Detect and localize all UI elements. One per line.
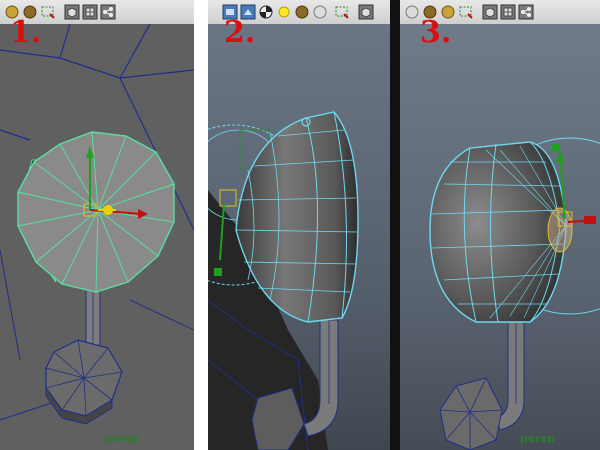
step-number-label: 1. (10, 15, 42, 50)
step-number-label: 3. (420, 15, 452, 50)
lasso-select-icon[interactable] (40, 4, 56, 20)
sphere-icon[interactable] (404, 4, 420, 20)
perspective-viewport[interactable] (208, 24, 390, 450)
lasso-select-icon[interactable] (458, 4, 474, 20)
cube-icon[interactable] (64, 4, 80, 20)
lasso-select-icon[interactable] (334, 4, 350, 20)
grid-icon[interactable] (500, 4, 516, 20)
panel-divider (194, 0, 208, 450)
step-number-label: 2. (224, 15, 256, 50)
viewport-panel-2[interactable]: 2. (208, 0, 390, 450)
panel-divider (390, 0, 400, 450)
sphere-icon[interactable] (312, 4, 328, 20)
camera-name-label: persp (104, 432, 140, 445)
share-icon[interactable] (518, 4, 534, 20)
grid-icon[interactable] (82, 4, 98, 20)
cube-icon[interactable] (358, 4, 374, 20)
sphere-icon[interactable] (294, 4, 310, 20)
checker-icon[interactable] (258, 4, 274, 20)
perspective-viewport[interactable] (0, 24, 194, 450)
viewport-panel-3[interactable]: 3. persp (400, 0, 600, 450)
perspective-viewport[interactable] (400, 24, 600, 450)
cube-icon[interactable] (482, 4, 498, 20)
viewport-panel-1[interactable]: 1. persp (0, 0, 194, 450)
camera-name-label: persp (520, 432, 556, 445)
light-icon[interactable] (276, 4, 292, 20)
share-icon[interactable] (100, 4, 116, 20)
